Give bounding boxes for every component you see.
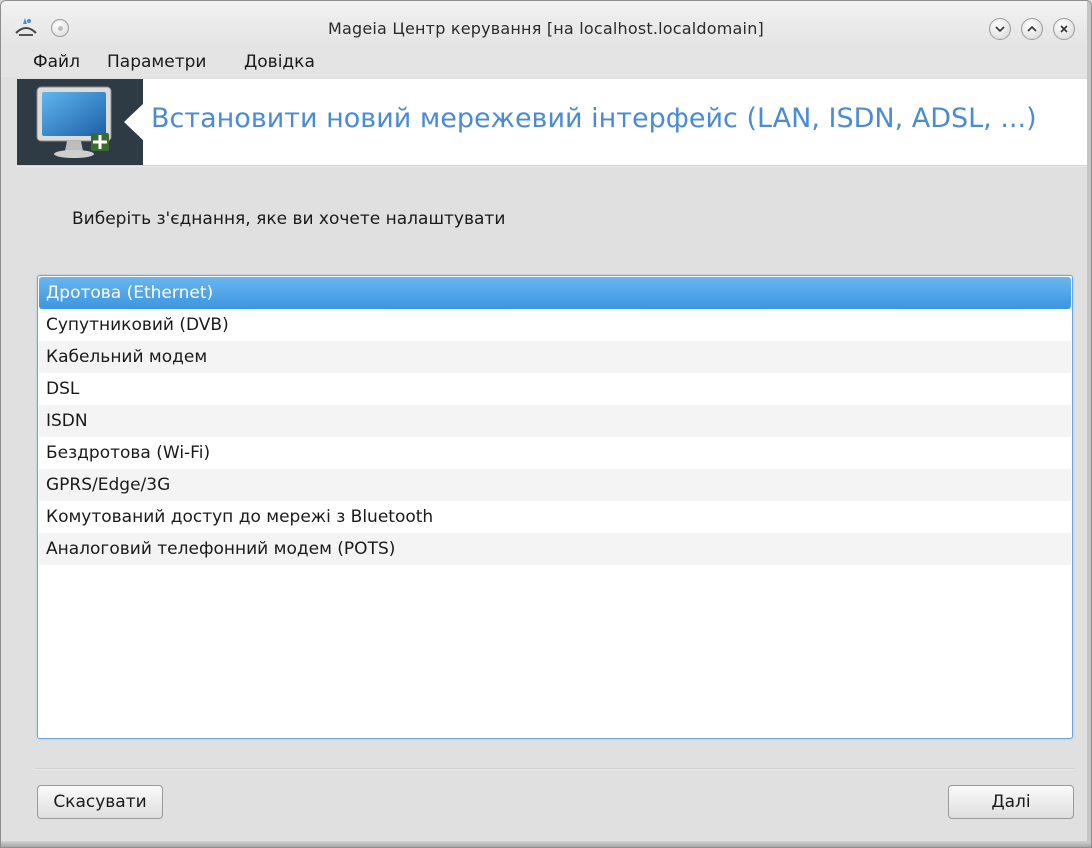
list-item-cable-modem[interactable]: Кабельний модем [39, 341, 1071, 373]
banner-notch [124, 103, 144, 141]
cancel-button[interactable]: Скасувати [37, 785, 163, 819]
menu-parameters[interactable]: Параметри [107, 52, 206, 72]
list-item-ethernet[interactable]: Дротова (Ethernet) [39, 277, 1071, 309]
list-item-pots[interactable]: Аналоговий телефонний модем (POTS) [39, 533, 1071, 565]
chevron-up-icon [1027, 25, 1037, 32]
list-item-dvb[interactable]: Супутниковий (DVB) [39, 309, 1071, 341]
list-item-bluetooth[interactable]: Комутований доступ до мережі з Bluetooth [39, 501, 1071, 533]
wizard-title: Встановити новий мережевий інтерфейс (LA… [151, 103, 1037, 134]
minimize-button[interactable] [989, 18, 1011, 40]
selection-prompt: Виберіть з'єднання, яке ви хочете налашт… [72, 209, 506, 229]
window-title: Mageia Центр керування [на localhost.loc… [328, 19, 764, 38]
list-item-dsl[interactable]: DSL [39, 373, 1071, 405]
connection-type-list[interactable]: Дротова (Ethernet) Супутниковий (DVB) Ка… [37, 275, 1073, 739]
list-item-wifi[interactable]: Бездротова (Wi-Fi) [39, 437, 1071, 469]
banner-divider [17, 165, 1087, 167]
close-button[interactable] [1053, 18, 1075, 40]
title-bar[interactable]: Mageia Центр керування [на localhost.loc… [1, 1, 1091, 47]
list-item-isdn[interactable]: ISDN [39, 405, 1071, 437]
menu-help[interactable]: Довідка [244, 52, 315, 72]
list-item-gprs[interactable]: GPRS/Edge/3G [39, 469, 1071, 501]
menu-bar: Файл Параметри Довідка [1, 47, 1091, 77]
wizard-banner: Встановити новий мережевий інтерфейс (LA… [17, 79, 1087, 165]
menu-file[interactable]: Файл [33, 52, 80, 72]
next-button[interactable]: Далі [948, 785, 1074, 819]
footer-divider [35, 768, 1075, 770]
window-bottom-border[interactable] [1, 841, 1091, 847]
control-center-window: Mageia Центр керування [на localhost.loc… [0, 0, 1092, 848]
close-icon [1060, 25, 1068, 33]
chevron-down-icon [995, 26, 1005, 33]
window-right-border [1087, 1, 1091, 847]
maximize-button[interactable] [1021, 18, 1043, 40]
